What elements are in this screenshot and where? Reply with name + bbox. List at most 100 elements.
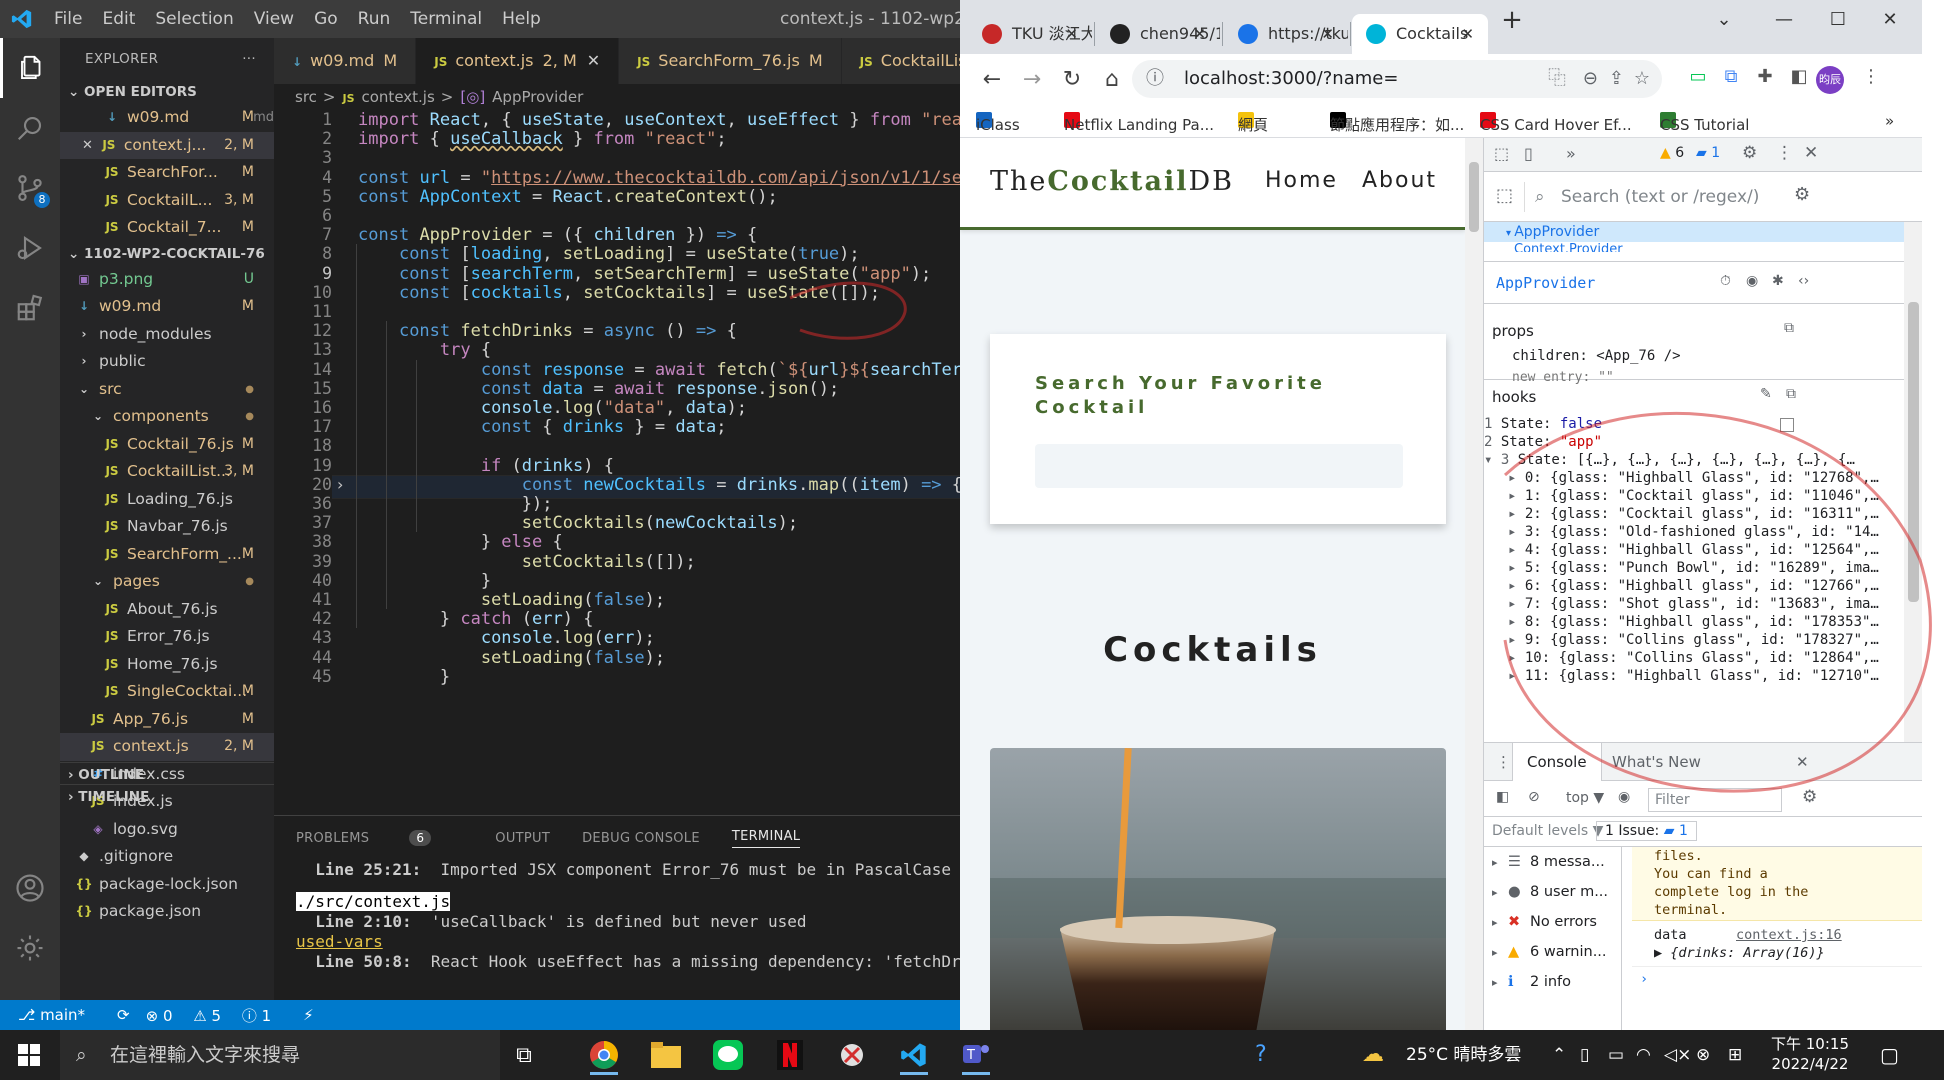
hook-array-item[interactable]: ▸ 10: {glass: "Collins Glass", id: "1286…	[1484, 650, 1904, 666]
file-tree-item[interactable]: {} package.json	[60, 898, 274, 926]
extensions-puzzle-icon[interactable]: ✚	[1752, 66, 1778, 92]
forward-icon[interactable]: →	[1012, 67, 1052, 92]
browser-tab[interactable]: https://tku ✕	[1224, 14, 1348, 54]
file-tree-item[interactable]: JS About_76.js	[60, 596, 274, 624]
log-source-link[interactable]: context.js:16	[1736, 927, 1842, 943]
source-control-icon[interactable]: 8	[0, 158, 60, 218]
expand-arrow-icon[interactable]: ▸	[1508, 506, 1525, 522]
log-message[interactable]: data context.js:16 ▶ {drinks: Array(16)}	[1632, 923, 1922, 967]
console-sidebar-icon[interactable]: ◧	[1496, 789, 1509, 805]
line-app-icon[interactable]	[704, 1035, 752, 1075]
hook-array-item[interactable]: ▸ 9: {glass: "Collins glass", id: "17832…	[1484, 632, 1904, 648]
code-line[interactable]: setLoading(false);	[358, 590, 665, 610]
search-icon[interactable]	[0, 98, 60, 158]
code-line[interactable]: const fetchDrinks = async () => {	[358, 321, 737, 341]
clock[interactable]: 下午 10:15 2022/4/22	[1770, 1034, 1850, 1074]
expand-arrow-icon[interactable]: ▸	[1508, 560, 1525, 576]
extension-translate-icon[interactable]: ⧉	[1718, 66, 1744, 92]
file-tree-item[interactable]: JS context.js 2, M	[60, 733, 274, 761]
code-line[interactable]: const [cocktails, setCocktails] = useSta…	[358, 283, 880, 303]
code-line[interactable]: const AppProvider = ({ children }) => {	[358, 225, 757, 245]
hook-row[interactable]: 2 State: "app"	[1484, 434, 1904, 450]
browser-tab[interactable]: TKU 淡江大 ✕	[968, 14, 1092, 54]
browser-tab[interactable]: Cocktails ✕	[1352, 14, 1488, 54]
open-editor-item[interactable]: ✕ JS context.j... 2, M	[60, 131, 274, 160]
clear-console-icon[interactable]: ⊘	[1528, 789, 1540, 805]
tab-whats-new[interactable]: What's New	[1612, 743, 1701, 781]
file-tree-item[interactable]: JS App_76.js M	[60, 706, 274, 734]
maximize-button[interactable]: ☐	[1808, 0, 1868, 40]
bolt-icon[interactable]: ⚡	[303, 1006, 314, 1024]
file-tree-item[interactable]: {} package-lock.json	[60, 871, 274, 899]
address-bar[interactable]: ⓘ localhost:3000/?name= ⿻ ⊖ ⇪ ☆	[1132, 60, 1662, 98]
extension-line-icon[interactable]: ▭	[1685, 66, 1711, 92]
open-editor-item[interactable]: JS SearchFor... M	[60, 159, 274, 187]
menu-run[interactable]: Run	[348, 0, 401, 38]
expand-arrow-icon[interactable]: ▸	[1508, 614, 1525, 630]
copy-hooks-icon[interactable]: ⧉	[1786, 386, 1796, 402]
code-line[interactable]: const { drinks } = data;	[358, 417, 727, 437]
reload-icon[interactable]: ↻	[1052, 67, 1092, 92]
explorer-icon[interactable]	[0, 38, 60, 98]
taskbar-search-box[interactable]: ⌕ 在這裡輸入文字來搜尋	[60, 1030, 500, 1080]
code-line[interactable]: });	[358, 494, 553, 514]
volume-icon[interactable]: ◁×	[1664, 1030, 1691, 1080]
code-line[interactable]: setCocktails(newCocktails);	[358, 513, 798, 533]
select-element-icon[interactable]: ⬚	[1496, 185, 1513, 206]
branch-indicator[interactable]: ⎇ main*	[18, 1006, 101, 1024]
info-icon[interactable]: ⓘ	[1146, 60, 1164, 98]
devtools-scroll-thumb[interactable]	[1908, 302, 1919, 602]
code-line[interactable]: }	[358, 571, 491, 591]
suspend-icon[interactable]: ⏱	[1720, 273, 1731, 289]
profile-avatar[interactable]: 昀辰	[1816, 66, 1844, 94]
tab-problems[interactable]: PROBLEMS 6	[296, 829, 463, 846]
netflix-icon[interactable]	[766, 1035, 814, 1075]
expand-arrow-icon[interactable]: ▸	[1508, 632, 1525, 648]
code-line[interactable]: import { useCallback } from "react";	[358, 129, 727, 149]
site-logo[interactable]: TheCocktailDB	[990, 166, 1234, 197]
code-line[interactable]: console.log(err);	[358, 628, 655, 648]
bookmarks-overflow-icon[interactable]: »	[1885, 108, 1894, 134]
search-input[interactable]	[1035, 444, 1403, 488]
breadcrumb-segment[interactable]: src	[295, 88, 317, 106]
hook-array-item[interactable]: ▸ 2: {glass: "Cocktail glass", id: "1631…	[1484, 506, 1904, 522]
extensions-icon[interactable]	[0, 278, 60, 338]
open-editor-item[interactable]: JS Cocktail_7... M	[60, 214, 274, 242]
file-tree-item[interactable]: JS Cocktail_76.js M	[60, 431, 274, 459]
hook-array-item[interactable]: ▸ 8: {glass: "Highball glass", id: "1783…	[1484, 614, 1904, 630]
copy-props-icon[interactable]: ⧉	[1784, 320, 1794, 336]
code-line[interactable]: }	[358, 667, 450, 687]
menu-view[interactable]: View	[244, 0, 304, 38]
open-editor-item[interactable]: ↓ w09.md md M	[60, 104, 274, 132]
minimize-button[interactable]: —	[1754, 0, 1814, 40]
close-editor-icon[interactable]: ✕	[82, 132, 93, 160]
hook-row[interactable]: 1 State: false	[1484, 416, 1904, 432]
console-filter-input[interactable]: Filter	[1648, 788, 1782, 812]
inspect-icon[interactable]: ⬚	[1494, 144, 1509, 163]
notification-icon[interactable]: ▢	[1880, 1030, 1899, 1080]
file-tree-item[interactable]: JS SearchForm_... M	[60, 541, 274, 569]
file-tree-item[interactable]: ◆ .gitignore	[60, 843, 274, 871]
menu-selection[interactable]: Selection	[145, 0, 243, 38]
wifi-icon[interactable]: ◠	[1636, 1030, 1651, 1080]
open-editor-item[interactable]: JS CocktailL... 3, M	[60, 187, 274, 215]
expand-arrow-icon[interactable]: ▸	[1508, 650, 1525, 666]
expand-arrow-icon[interactable]: ▸	[1508, 578, 1525, 594]
tab-close-icon[interactable]: ✕	[1321, 14, 1334, 54]
close-window-button[interactable]: ✕	[1860, 0, 1920, 40]
components-settings-icon[interactable]: ⚙	[1794, 184, 1810, 205]
code-line[interactable]: try {	[358, 340, 491, 360]
file-tree-item[interactable]: ↓ w09.md M	[60, 293, 274, 321]
chrome-icon[interactable]	[580, 1035, 628, 1075]
code-line[interactable]: if (drinks) {	[358, 456, 614, 476]
inspect-dom-icon[interactable]: ◉	[1746, 273, 1758, 289]
code-line[interactable]: const [loading, setLoading] = useState(t…	[358, 244, 860, 264]
breadcrumb-segment[interactable]: [◎]	[460, 88, 485, 106]
back-icon[interactable]: ←	[972, 67, 1012, 92]
page-scrollbar[interactable]	[1465, 138, 1483, 1030]
tab-close-icon[interactable]: ✕	[1065, 14, 1078, 54]
sidepanel-icon[interactable]: ◧	[1786, 66, 1812, 92]
console-filter-item[interactable]: ▸ ☰ 8 messa...	[1484, 847, 1622, 877]
devtools-close-icon[interactable]: ✕	[1804, 143, 1818, 163]
file-tree-item[interactable]: ⌄ components ●	[60, 403, 274, 431]
